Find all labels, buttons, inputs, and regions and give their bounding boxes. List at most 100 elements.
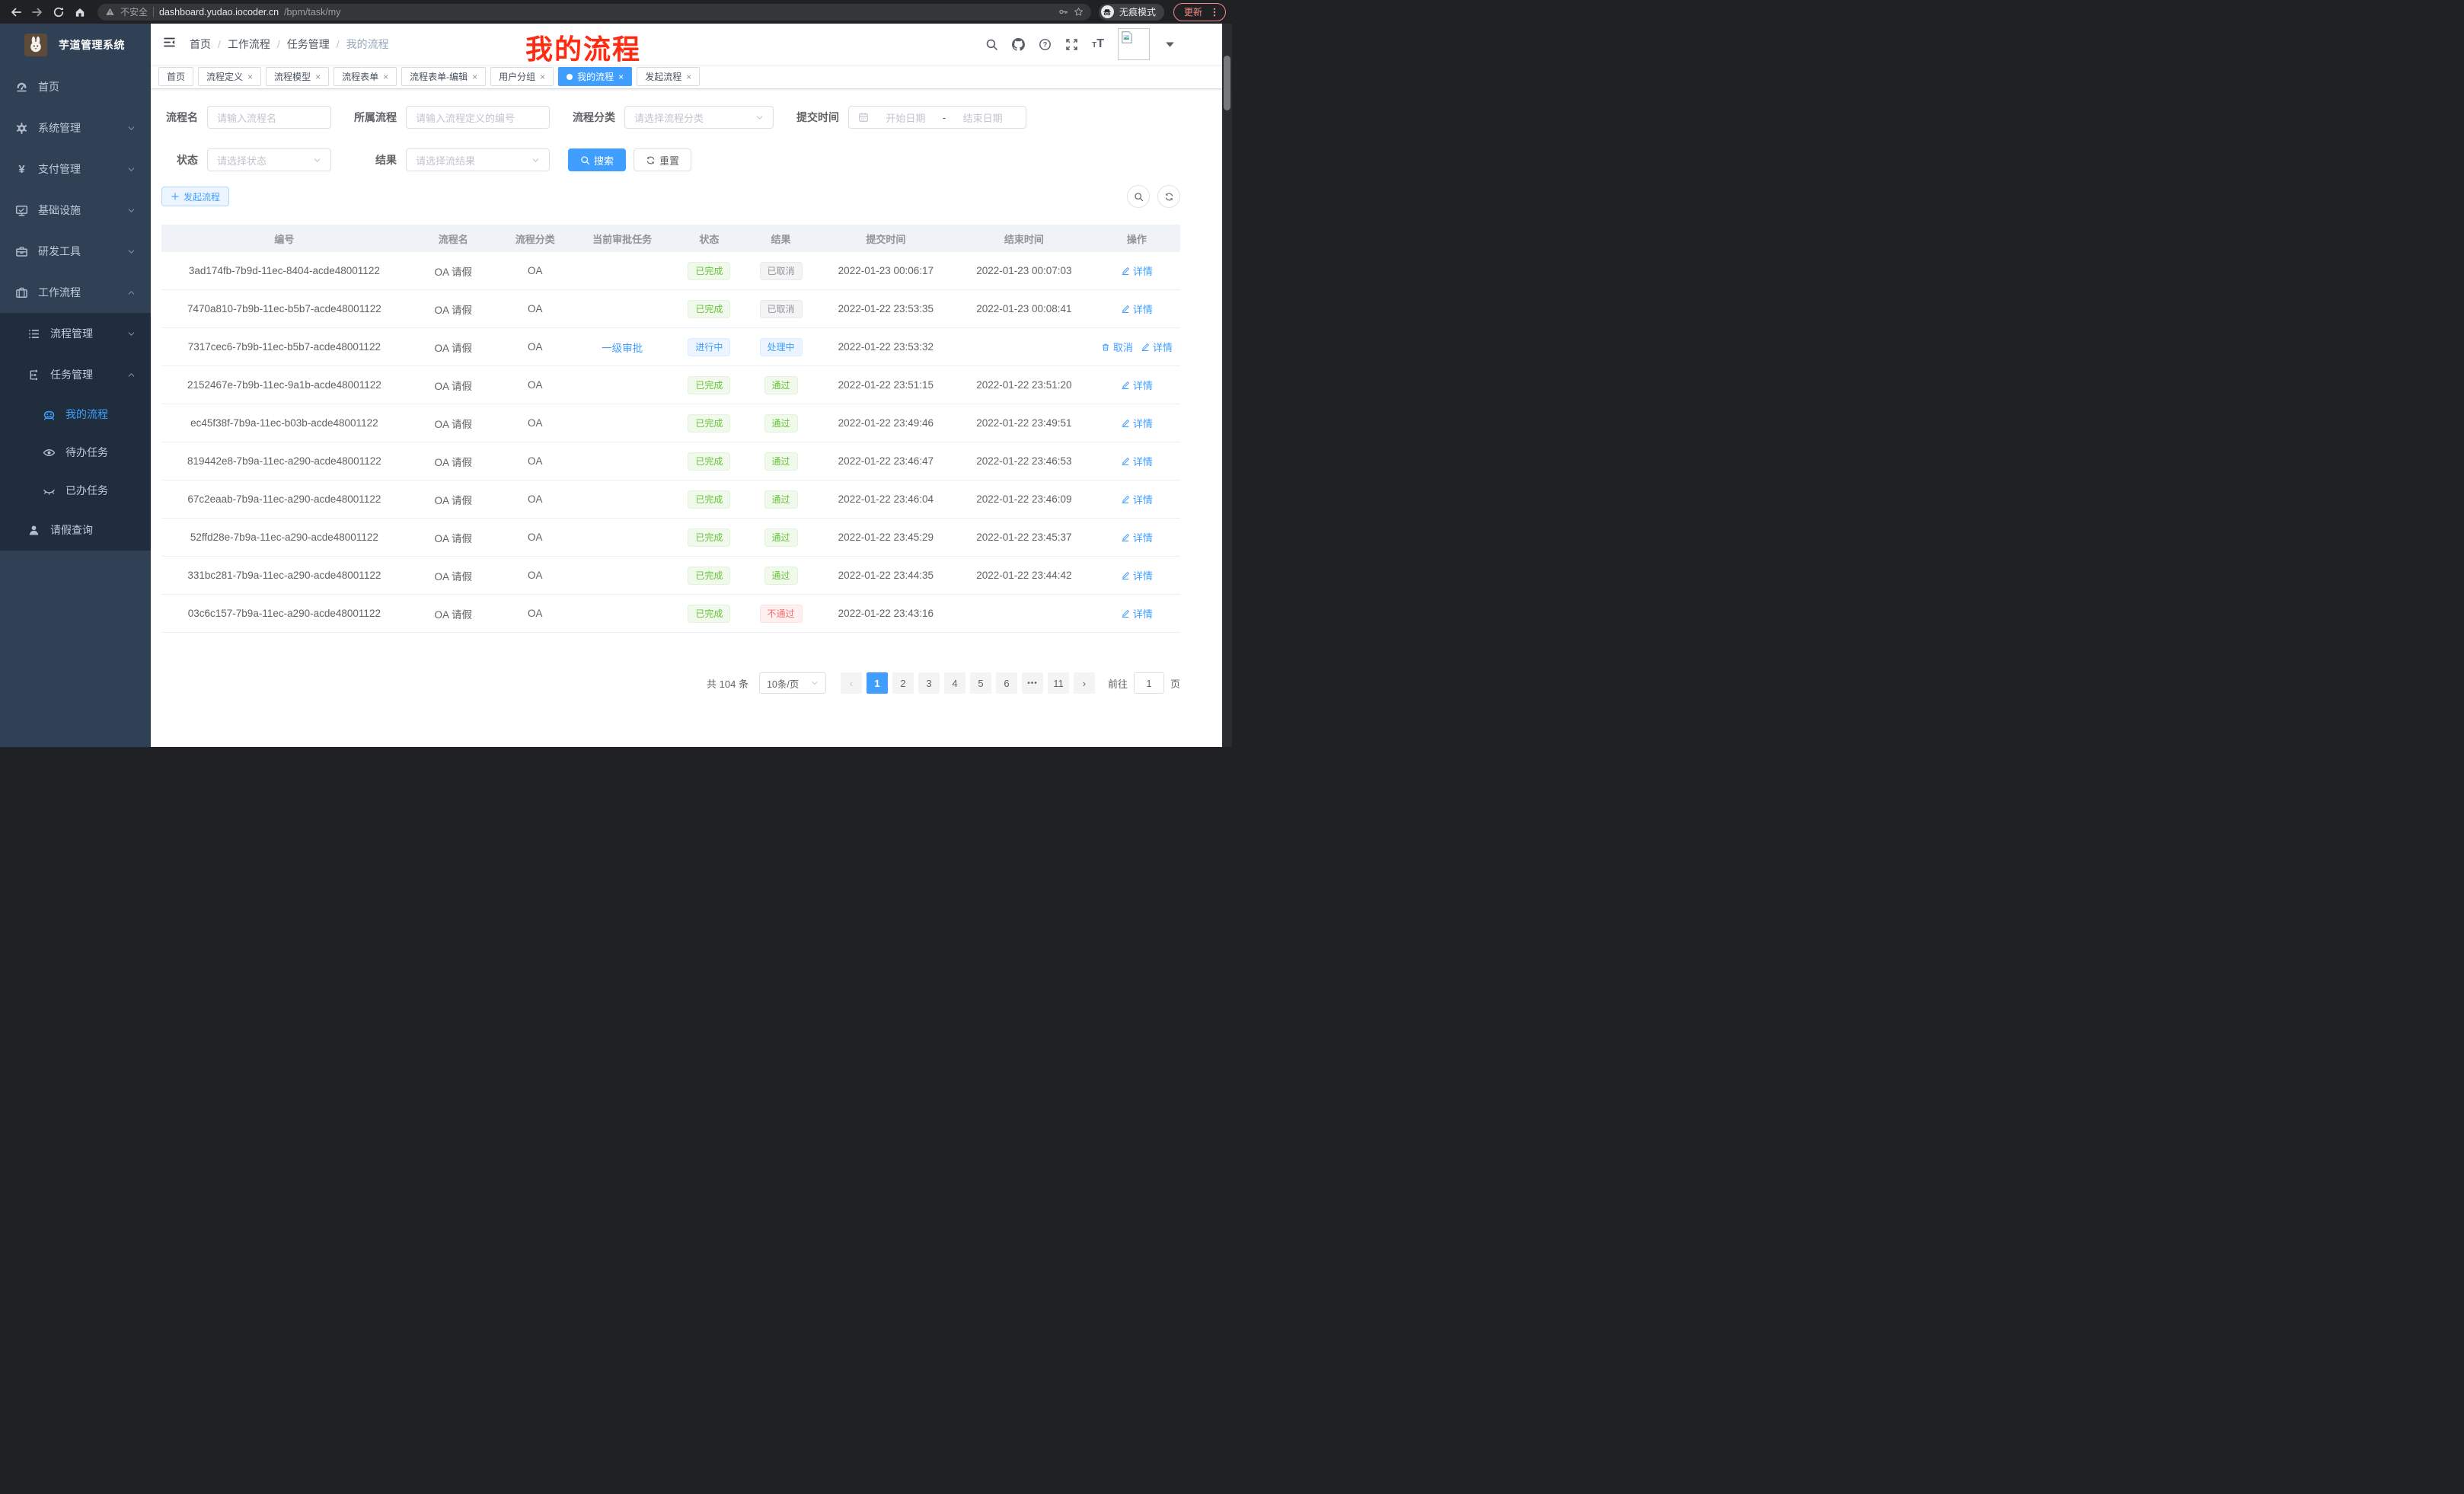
select-field[interactable]: 请选择状态 [207, 148, 331, 171]
reload-icon[interactable] [49, 3, 69, 21]
tab-流程定义[interactable]: 流程定义× [198, 67, 261, 86]
forward-icon[interactable] [27, 3, 47, 21]
start-process-button[interactable]: 发起流程 [161, 187, 229, 206]
detail-link[interactable]: 详情 [1121, 378, 1153, 392]
cell-end-time: 2022-01-22 23:51:20 [955, 366, 1093, 404]
page-button-6[interactable]: 6 [996, 672, 1017, 694]
help-icon[interactable]: ? [1039, 38, 1052, 51]
key-icon[interactable] [1058, 7, 1068, 17]
sidebar-item-task-mgmt[interactable]: 任务管理 [0, 354, 151, 395]
fullscreen-icon[interactable] [1065, 38, 1078, 51]
bookmark-star-icon[interactable] [1074, 7, 1084, 17]
close-icon[interactable]: × [315, 72, 321, 81]
action-label: 详情 [1133, 378, 1153, 392]
page-button-4[interactable]: 4 [944, 672, 965, 694]
sidebar-item-workflow[interactable]: 工作流程 [0, 272, 151, 313]
close-icon[interactable]: × [686, 72, 691, 81]
prev-page-button[interactable]: ‹ [841, 672, 862, 694]
page-button-1[interactable]: 1 [867, 672, 888, 694]
cell-submit-time: 2022-01-23 00:06:17 [817, 252, 956, 290]
tab-首页[interactable]: 首页 [158, 67, 193, 86]
close-icon[interactable]: × [472, 72, 477, 81]
app-logo[interactable]: 芋道管理系统 [0, 24, 151, 66]
detail-link[interactable]: 详情 [1121, 492, 1153, 506]
github-icon[interactable] [1012, 38, 1025, 51]
sidebar-item-infra[interactable]: 基础设施 [0, 190, 151, 231]
detail-link[interactable]: 详情 [1141, 340, 1173, 354]
sidebar-item-home[interactable]: 首页 [0, 66, 151, 107]
daterange-field[interactable]: 开始日期-结束日期 [848, 106, 1026, 129]
sidebar-item-label: 系统管理 [38, 120, 127, 136]
update-button[interactable]: 更新 [1173, 3, 1226, 21]
input-field[interactable]: 请输入流程定义的编号 [406, 106, 550, 129]
font-size-icon[interactable]: TT [1092, 38, 1104, 50]
detail-link[interactable]: 详情 [1121, 454, 1153, 468]
refresh-button[interactable] [1157, 185, 1180, 208]
sidebar-item-payment[interactable]: ¥支付管理 [0, 148, 151, 190]
more-pages-icon[interactable]: ••• [1022, 672, 1043, 694]
detail-link[interactable]: 详情 [1121, 568, 1153, 583]
kebab-menu-icon[interactable] [1209, 7, 1220, 18]
detail-link[interactable]: 详情 [1121, 530, 1153, 544]
avatar[interactable] [1118, 28, 1150, 60]
action-label: 详情 [1133, 606, 1153, 621]
detail-link[interactable]: 详情 [1121, 416, 1153, 430]
breadcrumb-item[interactable]: 工作流程 [228, 37, 270, 52]
sidebar-item-system[interactable]: 系统管理 [0, 107, 151, 148]
search-button[interactable]: 搜索 [568, 148, 626, 171]
page-button-5[interactable]: 5 [970, 672, 991, 694]
tab-流程表单[interactable]: 流程表单× [334, 67, 397, 86]
window-scrollbar[interactable] [1222, 24, 1232, 747]
tab-我的流程[interactable]: 我的流程× [558, 67, 632, 86]
scrollbar-thumb[interactable] [1224, 56, 1230, 110]
page-button-2[interactable]: 2 [892, 672, 914, 694]
page-size-select[interactable]: 10条/页 [759, 672, 826, 694]
goto-page-input[interactable]: 1 [1134, 672, 1164, 694]
select-field[interactable]: 请选择流结果 [406, 148, 550, 171]
sidebar-item-my-process[interactable]: 我的流程 [0, 395, 151, 433]
detail-link[interactable]: 详情 [1121, 302, 1153, 316]
cell-id: 2152467e-7b9b-11ec-9a1b-acde48001122 [161, 366, 407, 404]
reset-button[interactable]: 重置 [634, 148, 691, 171]
select-field[interactable]: 请选择流程分类 [624, 106, 774, 129]
cell-current-task[interactable]: 一级审批 [571, 328, 673, 366]
search-icon[interactable] [985, 38, 998, 51]
tab-流程模型[interactable]: 流程模型× [266, 67, 329, 86]
sidebar-item-process-mgmt[interactable]: 流程管理 [0, 313, 151, 354]
sidebar-item-leave-query[interactable]: 请假查询 [0, 509, 151, 551]
avatar-caret-icon[interactable] [1163, 38, 1176, 51]
cell-submit-time: 2022-01-22 23:53:35 [817, 290, 956, 328]
close-icon[interactable]: × [247, 72, 253, 81]
cancel-link[interactable]: 取消 [1101, 340, 1133, 354]
filter-label: 提交时间 [792, 110, 839, 125]
close-icon[interactable]: × [540, 72, 545, 81]
close-icon[interactable]: × [383, 72, 388, 81]
breadcrumb-item[interactable]: 首页 [190, 37, 211, 52]
page-button-11[interactable]: 11 [1048, 672, 1069, 694]
briefcase-icon [15, 286, 28, 299]
cell-result: 通过 [745, 442, 816, 480]
detail-link[interactable]: 详情 [1121, 606, 1153, 621]
close-icon[interactable]: × [618, 72, 624, 81]
back-icon[interactable] [6, 3, 26, 21]
page-button-3[interactable]: 3 [918, 672, 940, 694]
sidebar-item-done-tasks[interactable]: 已办任务 [0, 471, 151, 509]
tab-用户分组[interactable]: 用户分组× [490, 67, 554, 86]
refresh-icon [1164, 192, 1174, 202]
logo-avatar [24, 34, 47, 56]
input-field[interactable]: 请输入流程名 [207, 106, 331, 129]
tab-流程表单-编辑[interactable]: 流程表单-编辑× [401, 67, 486, 86]
detail-link[interactable]: 详情 [1121, 263, 1153, 278]
breadcrumb-item[interactable]: 任务管理 [287, 37, 330, 52]
sidebar-item-todo-tasks[interactable]: 待办任务 [0, 433, 151, 471]
toggle-search-button[interactable] [1127, 185, 1150, 208]
sidebar-item-devtools[interactable]: 研发工具 [0, 231, 151, 272]
home-icon[interactable] [70, 3, 90, 21]
sidebar-collapse-icon[interactable] [151, 36, 188, 53]
next-page-button[interactable]: › [1074, 672, 1095, 694]
tab-发起流程[interactable]: 发起流程× [637, 67, 700, 86]
address-bar[interactable]: 不安全 dashboard.yudao.iocoder.cn/bpm/task/… [97, 4, 1091, 21]
breadcrumb-item: 我的流程 [346, 37, 389, 52]
active-dot [567, 74, 573, 80]
action-links: 取消详情 [1101, 340, 1173, 354]
